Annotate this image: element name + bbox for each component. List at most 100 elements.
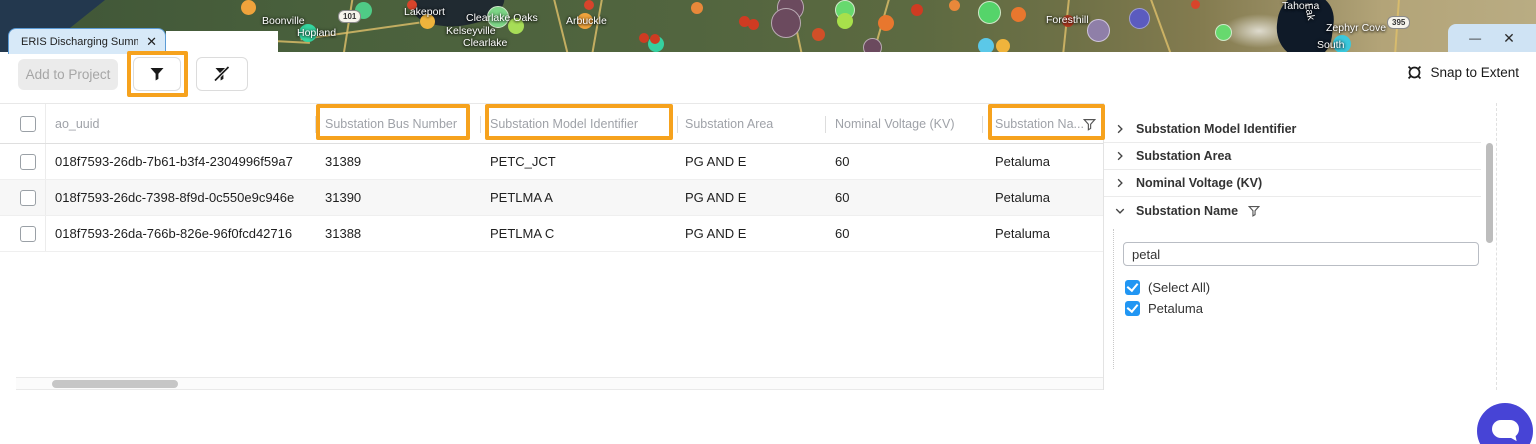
- map-marker: [812, 28, 825, 41]
- filter-section-voltage[interactable]: Nominal Voltage (KV): [1104, 170, 1481, 197]
- filter-section-area[interactable]: Substation Area: [1104, 143, 1481, 170]
- header-separator[interactable]: [677, 116, 678, 133]
- funnel-slash-icon: [213, 65, 231, 83]
- table-panel: Add to Project Snap to Extent ao_uuid Su…: [0, 52, 1536, 444]
- filter-option-petaluma[interactable]: Petaluma: [1125, 301, 1203, 316]
- map-place-label: Lakeport: [404, 6, 445, 18]
- map-marker: [1129, 8, 1150, 29]
- cell-voltage: 60: [835, 226, 850, 241]
- filter-section-label: Nominal Voltage (KV): [1136, 176, 1263, 190]
- clear-filter-button[interactable]: [196, 57, 248, 91]
- grid-header-row: ao_uuid Substation Bus Number Substation…: [0, 103, 1103, 144]
- map-marker: [978, 1, 1001, 24]
- vertical-scrollbar-thumb[interactable]: [1486, 143, 1493, 243]
- chevron-right-icon: [1114, 177, 1126, 189]
- map-marker: [996, 39, 1010, 52]
- cell-ao-uuid: 018f7593-26db-7b61-b3f4-2304996f59a7: [55, 154, 293, 169]
- blank-tab: [166, 31, 278, 54]
- header-separator[interactable]: [315, 116, 316, 133]
- column-header-ao-uuid[interactable]: ao_uuid: [55, 104, 100, 145]
- map-marker: [878, 15, 894, 31]
- map-place-label: Boonville: [262, 15, 305, 27]
- cell-voltage: 60: [835, 190, 850, 205]
- funnel-icon: [149, 66, 165, 82]
- close-icon[interactable]: ✕: [1503, 31, 1515, 45]
- header-separator[interactable]: [480, 116, 481, 133]
- map-place-label: Clearlake: [463, 37, 508, 49]
- minimize-icon[interactable]: —: [1469, 32, 1481, 44]
- chat-bubble-icon: [1492, 420, 1519, 438]
- document-tab[interactable]: ERIS Discharging Summer ... ✕: [8, 28, 166, 54]
- filter-option-select-all[interactable]: (Select All): [1125, 280, 1210, 295]
- app-window: Boonville Hopland Lakeport Kelseyville Clear…: [0, 0, 1536, 444]
- map-road: [1149, 0, 1173, 52]
- filter-search-input[interactable]: [1123, 242, 1479, 266]
- table-row[interactable]: 018f7593-26db-7b61-b3f4-2304996f59a7 313…: [0, 144, 1103, 180]
- row-checkbox[interactable]: [20, 153, 36, 170]
- column-separator: [45, 216, 46, 251]
- cell-name: Petaluma: [995, 190, 1050, 205]
- add-to-project-button[interactable]: Add to Project: [18, 59, 118, 90]
- cell-model-identifier: PETLMA A: [490, 190, 553, 205]
- cell-area: PG AND E: [685, 190, 747, 205]
- row-checkbox[interactable]: [20, 225, 36, 242]
- map-place-label: Arbuckle: [566, 15, 607, 27]
- chevron-right-icon: [1114, 123, 1126, 135]
- map-marker: [650, 34, 660, 44]
- map-marker: [771, 8, 801, 38]
- map-marker: [1215, 24, 1232, 41]
- highway-shield: 101: [338, 10, 362, 23]
- filter-section-label: Substation Name: [1136, 203, 1239, 218]
- tab-close-icon[interactable]: ✕: [146, 35, 157, 48]
- filter-section-label: Substation Model Identifier: [1136, 122, 1297, 136]
- map-marker: [584, 0, 594, 10]
- map-marker: [241, 0, 256, 15]
- column-header-bus-number[interactable]: Substation Bus Number: [325, 104, 457, 145]
- cell-bus-number: 31389: [325, 154, 362, 169]
- cell-bus-number: 31388: [325, 226, 362, 241]
- row-checkbox[interactable]: [20, 189, 36, 206]
- map-place-label: South: [1317, 39, 1345, 51]
- map-marker: [949, 0, 960, 11]
- map-marker: [863, 38, 882, 52]
- chevron-right-icon: [1114, 150, 1126, 162]
- snap-to-extent-label: Snap to Extent: [1430, 65, 1519, 80]
- panel-resize-border[interactable]: [1496, 103, 1497, 390]
- cell-ao-uuid: 018f7593-26dc-7398-8f9d-0c550e9c946e: [55, 190, 295, 205]
- checked-checkbox-icon[interactable]: [1125, 280, 1140, 295]
- column-separator: [45, 144, 46, 179]
- snap-extent-icon: [1406, 64, 1423, 81]
- map-marker: [978, 38, 994, 52]
- map-road: [342, 0, 354, 52]
- map-place-label: Hopland: [297, 27, 337, 39]
- horizontal-scrollbar[interactable]: [16, 377, 1103, 390]
- column-filter-active-icon[interactable]: [1083, 104, 1096, 145]
- header-separator[interactable]: [982, 116, 983, 133]
- column-header-model-identifier[interactable]: Substation Model Identifier: [490, 104, 638, 145]
- map-marker: [1011, 7, 1026, 22]
- map-marker: [691, 2, 703, 14]
- select-all-checkbox[interactable]: [20, 115, 36, 132]
- map-place-label: Zephyr Cove: [1326, 22, 1387, 34]
- table-row[interactable]: 018f7593-26dc-7398-8f9d-0c550e9c946e 313…: [0, 180, 1103, 216]
- checked-checkbox-icon[interactable]: [1125, 301, 1140, 316]
- column-separator: [45, 180, 46, 215]
- column-header-area[interactable]: Substation Area: [685, 104, 773, 145]
- map-place-label: Kelseyville: [446, 25, 496, 37]
- tree-guide-line: [1113, 229, 1114, 369]
- filter-section-name[interactable]: Substation Name: [1104, 197, 1481, 224]
- window-controls: — ✕: [1448, 24, 1536, 52]
- horizontal-scrollbar-thumb[interactable]: [52, 380, 178, 388]
- cell-area: PG AND E: [685, 154, 747, 169]
- column-header-voltage[interactable]: Nominal Voltage (KV): [835, 104, 955, 145]
- map-place-label: Clearlake Oaks: [466, 12, 538, 24]
- table-row[interactable]: 018f7593-26da-766b-826e-96f0fcd42716 313…: [0, 216, 1103, 252]
- filter-section-model-identifier[interactable]: Substation Model Identifier: [1104, 116, 1481, 143]
- map-marker: [1087, 19, 1110, 42]
- snap-to-extent-button[interactable]: Snap to Extent: [1406, 64, 1519, 81]
- cell-ao-uuid: 018f7593-26da-766b-826e-96f0fcd42716: [55, 226, 293, 241]
- data-grid: ao_uuid Substation Bus Number Substation…: [0, 103, 1103, 252]
- column-header-name[interactable]: Substation Na...: [995, 104, 1084, 145]
- filter-button[interactable]: [133, 57, 181, 91]
- header-separator[interactable]: [825, 116, 826, 133]
